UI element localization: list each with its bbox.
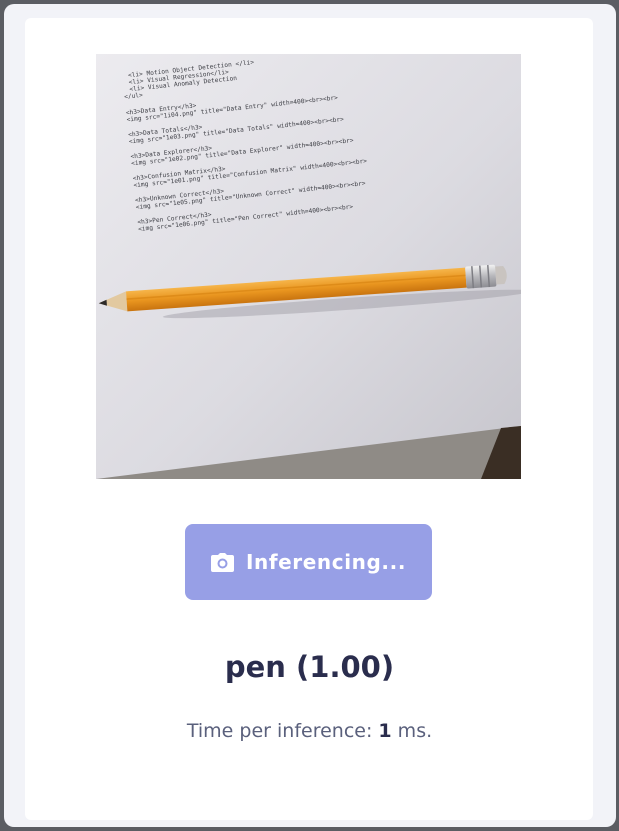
timing-prefix: Time per inference: (186, 720, 379, 742)
camera-preview: <li> Motion Object Detection </li> <li> … (96, 54, 521, 479)
prediction-result: pen (1.00) (224, 650, 395, 684)
inference-button[interactable]: Inferencing... (185, 524, 432, 600)
timing-value: 1 (378, 720, 392, 742)
inference-button-label: Inferencing... (245, 550, 407, 574)
camera-icon (210, 552, 234, 572)
timing-suffix: ms. (391, 720, 433, 742)
camera-image: <li> Motion Object Detection </li> <li> … (96, 54, 521, 479)
inference-timing: Time per inference: 1 ms. (0, 720, 619, 742)
